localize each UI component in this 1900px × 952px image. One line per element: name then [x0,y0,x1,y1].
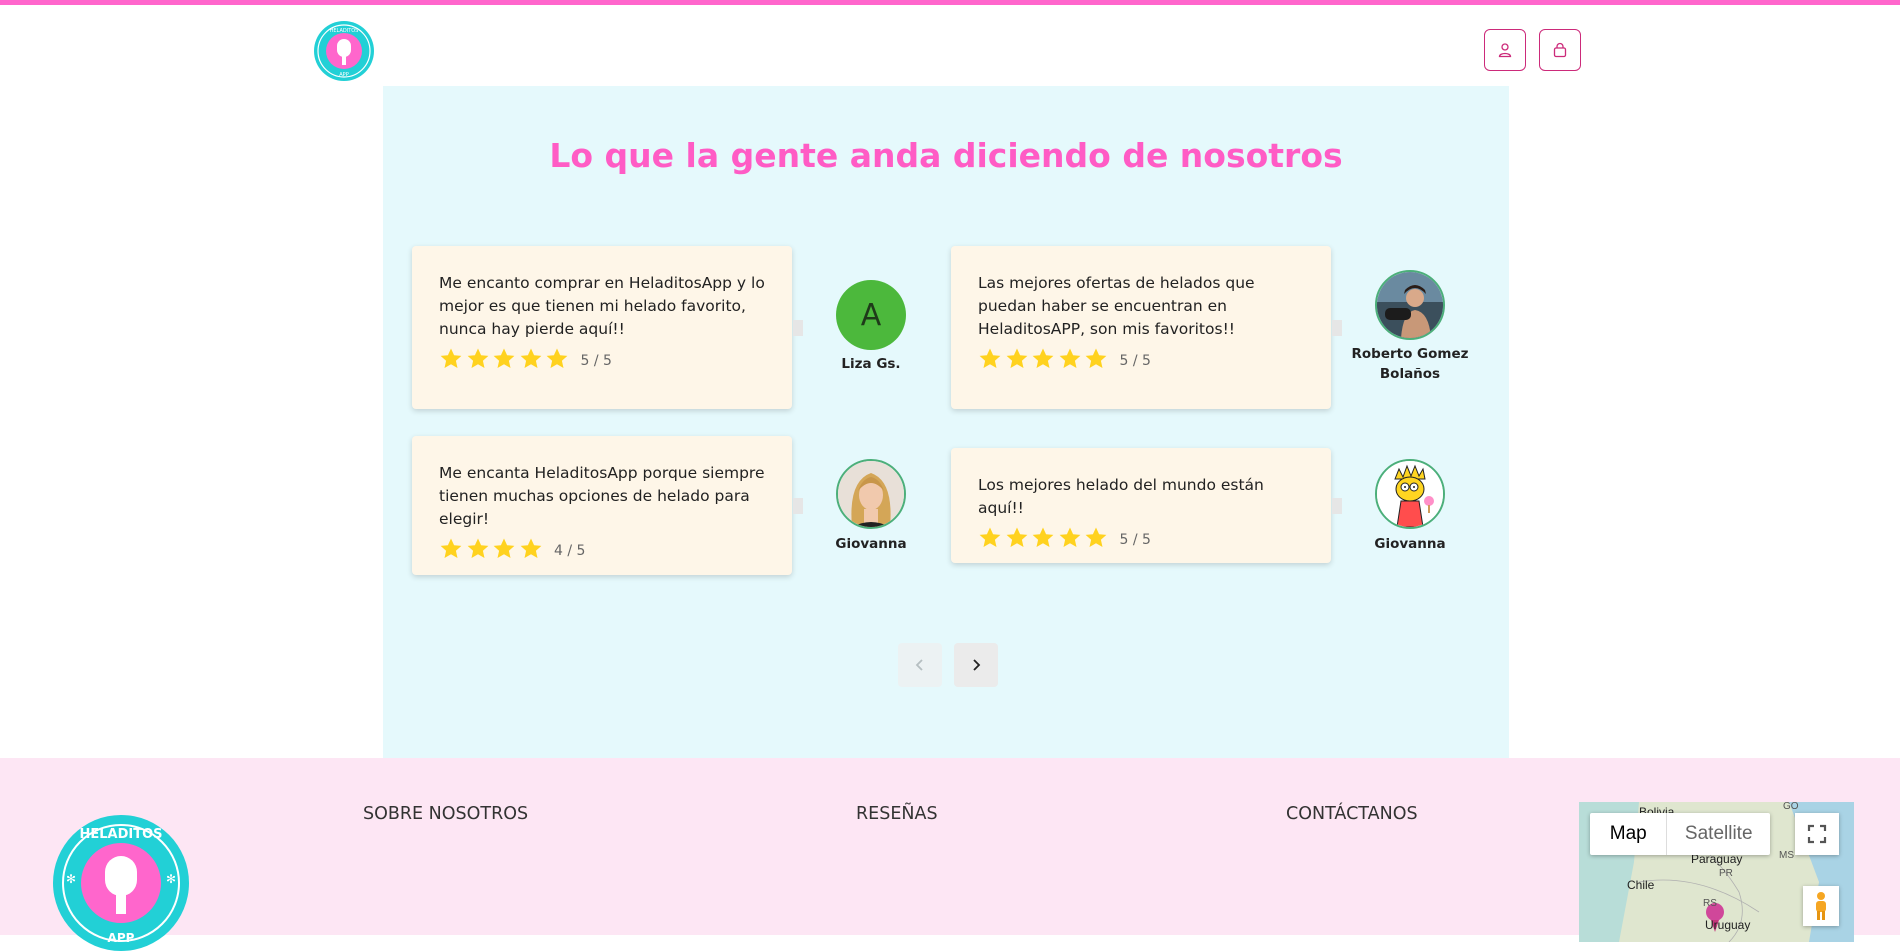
street-view-pegman-button[interactable] [1803,886,1839,926]
fullscreen-icon [1807,824,1827,844]
map-label: PR [1719,868,1733,879]
shopping-bag-icon [1553,42,1567,58]
card-pointer [793,320,803,336]
avatar [1375,270,1445,340]
rating-score: 5 / 5 [1119,532,1151,548]
site-footer: ✻ ✻ HELADITOS APP SOBRE NOSOTROS RESEÑAS… [0,758,1900,951]
site-header: HELADITOS APP [0,5,1900,86]
reviews-section: Lo que la gente anda diciendo de nosotro… [383,86,1509,758]
star-icon [1059,348,1080,368]
star-icon [979,527,1001,547]
star-icon [493,348,515,368]
map-label: Uruguay [1705,918,1751,932]
review-author: Giovanna [835,536,907,552]
footer-logo-subtitle: APP [108,931,135,945]
star-icon [440,348,462,368]
heladitos-logo-icon[interactable]: HELADITOS APP [313,20,375,82]
star-icon [520,538,541,558]
next-page-button[interactable] [954,643,998,687]
star-icon [493,538,515,558]
avatar-letter: A [860,297,882,333]
svg-text:APP: APP [339,72,348,78]
avatar: A [836,280,906,350]
review-author: Liza Gs. [841,356,901,372]
cart-button[interactable] [1539,29,1581,71]
rating-score: 4 / 5 [554,543,586,559]
reviews-title: Lo que la gente anda diciendo de nosotro… [549,136,1343,175]
svg-text:✻: ✻ [166,872,176,886]
review-card: Me encanto comprar en HeladitosApp y lo … [412,246,792,409]
map-tab-map[interactable]: Map [1590,813,1666,855]
person-photo-icon [838,461,904,527]
map-label: RS [1703,898,1717,909]
footer-link-contactanos[interactable]: CONTÁCTANOS [1286,804,1418,824]
star-icon [440,538,462,558]
star-icon [467,538,488,558]
star-icon [1032,348,1054,368]
star-icon [979,348,1001,368]
svg-text:HELADITOS: HELADITOS [330,28,359,34]
star-icon [1006,348,1027,368]
star-icon [520,348,541,368]
star-icon [1006,527,1027,547]
star-icon [546,348,568,368]
footer-logo-title: HELADITOS [79,827,162,842]
rating-score: 5 / 5 [1119,353,1151,369]
rating-score: 5 / 5 [580,353,612,369]
star-icon [1085,348,1107,368]
card-pointer [1332,320,1342,336]
fullscreen-button[interactable] [1795,813,1839,855]
star-icon [1059,527,1080,547]
svg-text:✻: ✻ [66,872,76,886]
card-pointer [793,498,803,514]
rating-stars: 5 / 5 [439,347,766,371]
review-text: Me encanto comprar en HeladitosApp y lo … [439,274,765,338]
review-author: Roberto Gomez Bolaños [1351,346,1469,382]
previous-page-button[interactable] [898,643,942,687]
google-map[interactable]: Bolivia GO Paraguay MS Chile PR RS Urugu… [1579,802,1854,942]
star-icon [467,348,488,368]
chevron-right-icon [973,659,981,671]
card-pointer [1332,498,1342,514]
map-label: Chile [1627,878,1655,892]
star-icon [1032,527,1054,547]
map-tab-satellite[interactable]: Satellite [1666,813,1770,855]
review-card: Las mejores ofertas de helados que pueda… [951,246,1331,409]
heladitos-footer-logo-icon: ✻ ✻ HELADITOS APP [53,815,189,951]
account-button[interactable] [1484,29,1526,71]
rating-stars: 5 / 5 [978,347,1305,371]
map-label: GO [1783,802,1799,812]
review-text: Los mejores helado del mundo están aquí!… [978,476,1264,517]
star-icon [1085,527,1107,547]
map-type-switcher: Map Satellite [1590,813,1770,855]
pegman-icon [1816,892,1826,920]
rating-stars: 4 / 5 [439,537,766,561]
footer-link-sobre-nosotros[interactable]: SOBRE NOSOTROS [363,804,528,824]
avatar [836,459,906,529]
footer-link-resenas[interactable]: RESEÑAS [856,804,938,824]
review-card: Los mejores helado del mundo están aquí!… [951,448,1331,563]
review-text: Las mejores ofertas de helados que pueda… [978,274,1255,338]
review-author: Giovanna [1374,536,1446,552]
avatar [1375,459,1445,529]
person-photo-icon [1377,272,1443,338]
user-icon [1498,43,1512,58]
rating-stars: 5 / 5 [978,526,1305,550]
map-label: MS [1779,850,1794,861]
cartoon-character-icon [1377,461,1443,527]
review-text: Me encanta HeladitosApp porque siempre t… [439,464,765,528]
chevron-left-icon [915,659,923,671]
review-card: Me encanta HeladitosApp porque siempre t… [412,436,792,575]
